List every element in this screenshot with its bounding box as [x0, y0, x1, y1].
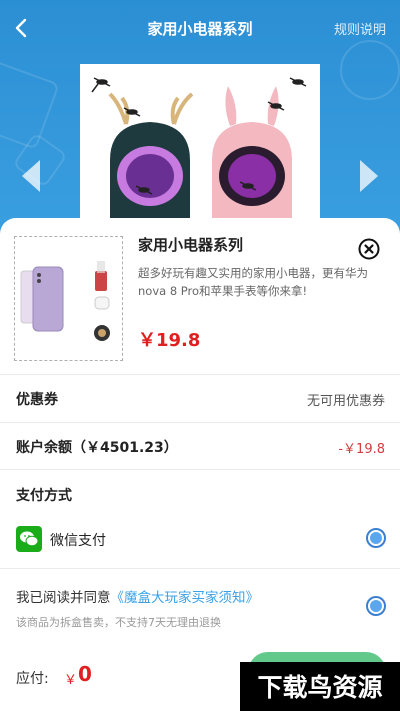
product-description: 超多好玩有趣又实用的家用小电器，更有华为nova 8 Pro和苹果手表等你来拿! [138, 266, 368, 298]
agreement-text: 我已阅读并同意《魔盒大玩家买家须知》 [16, 586, 259, 606]
divider [0, 469, 400, 470]
purchase-sheet: 家用小电器系列 超多好玩有趣又实用的家用小电器，更有华为nova 8 Pro和苹… [0, 218, 400, 711]
wechat-pay-radio[interactable] [366, 528, 386, 548]
coupon-label: 优惠券 [16, 392, 58, 408]
wechat-pay-option[interactable]: 微信支付 [0, 516, 400, 560]
product-price: ￥19.8 [138, 330, 201, 351]
top-bar: 家用小电器系列 规则说明 [0, 0, 400, 56]
product-summary: 家用小电器系列 超多好玩有趣又实用的家用小电器，更有华为nova 8 Pro和苹… [0, 218, 400, 374]
payment-method-title: 支付方式 [16, 488, 72, 504]
close-icon[interactable] [358, 238, 380, 260]
balance-row: 账户余额（￥4501.23） -￥19.8 [0, 423, 400, 469]
buyer-notice-link[interactable]: 《魔盒大玩家买家须知》 [111, 590, 260, 606]
product-name: 家用小电器系列 [138, 236, 244, 254]
balance-label: 账户余额（￥4501.23） [16, 440, 178, 456]
product-thumbnail [14, 236, 123, 361]
amount-due-value: 0 [78, 662, 92, 686]
wechat-pay-label: 微信支付 [50, 533, 106, 549]
amount-due-currency: ￥ [64, 673, 78, 688]
agreement-checkbox[interactable] [366, 596, 386, 616]
amount-due-label: 应付: [16, 671, 49, 687]
product-banner-image [80, 64, 320, 240]
return-policy-notice: 该商品为拆盒售卖，不支持7天无理由退换 [16, 616, 221, 629]
chevron-right-icon[interactable] [358, 158, 380, 194]
background-decoration [0, 60, 60, 150]
watermark-text: 下载鸟资源 [257, 673, 382, 702]
divider [0, 568, 400, 569]
coupon-row[interactable]: 优惠券 无可用优惠券 [0, 375, 400, 421]
watermark-logo: 下载鸟资源 [240, 662, 400, 711]
wechat-pay-icon [16, 526, 42, 552]
rules-link[interactable]: 规则说明 [334, 19, 386, 38]
mosquito-lamps-illustration [91, 77, 307, 240]
balance-deduction: -￥19.8 [338, 442, 385, 457]
coupon-value: 无可用优惠券 [306, 394, 385, 409]
product-thumbnail-image [15, 237, 122, 360]
chevron-left-icon[interactable] [20, 158, 42, 194]
agreement-prefix: 我已阅读并同意 [16, 590, 111, 606]
